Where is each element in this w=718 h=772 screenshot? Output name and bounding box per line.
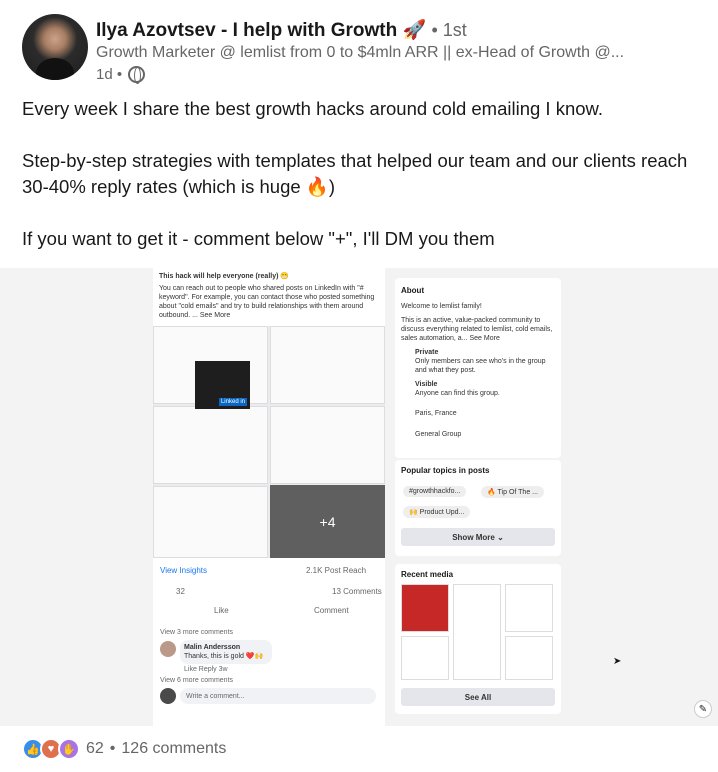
recent-media-card: Recent media See All — [395, 564, 561, 714]
linkedin-card: Linked in — [195, 361, 250, 409]
recent-media-thumb[interactable] — [401, 584, 449, 632]
embed-reaction-count: 32 — [176, 587, 185, 596]
post-paragraph-2: Step-by-step strategies with templates t… — [22, 150, 688, 197]
popular-topics-card: Popular topics in posts #growthhackfo...… — [395, 460, 561, 556]
about-card: About Welcome to lemlist family! This is… — [395, 278, 561, 458]
about-title: About — [401, 286, 425, 295]
mouse-cursor-icon: ➤ — [613, 656, 622, 667]
view-more-comments-2[interactable]: View 6 more comments — [160, 676, 233, 685]
recent-media-thumb[interactable] — [453, 584, 501, 680]
post-reach: 2.1K Post Reach — [306, 566, 367, 575]
embed-image-grid: Linked in +4 — [153, 326, 385, 558]
visible-desc: Anyone can find this group. — [415, 390, 500, 397]
post-meta: 1d • — [96, 66, 146, 84]
footer-separator: • — [109, 740, 116, 757]
linkedin-logo: Linked in — [218, 398, 247, 406]
author-avatar[interactable] — [22, 14, 88, 80]
recent-media-thumb[interactable] — [401, 636, 449, 680]
topic-tag[interactable]: #growthhackfo... — [403, 486, 467, 497]
post-text: Every week I share the best growth hacks… — [22, 96, 702, 278]
grid-tile — [153, 486, 268, 558]
more-images-overlay[interactable]: +4 — [270, 485, 385, 558]
group-type: General Group — [415, 431, 462, 438]
embed-comment-button[interactable]: Comment — [314, 606, 349, 616]
recent-media-title: Recent media — [401, 570, 454, 579]
reaction-count[interactable]: 62 — [86, 740, 104, 758]
embed-body: You can reach out to people who shared p… — [159, 285, 375, 319]
write-comment-input[interactable]: Write a comment... — [180, 688, 376, 704]
support-reaction-icon: ✋ — [58, 738, 80, 760]
recent-media-thumb[interactable] — [505, 584, 553, 632]
embed-intro: This hack will help everyone (really) 😁 — [159, 273, 290, 280]
grid-tile — [270, 326, 385, 404]
see-all-button[interactable]: See All — [401, 688, 555, 706]
embed-like-button[interactable]: Like — [214, 606, 229, 616]
commenter-name: Malin Andersson — [184, 644, 241, 651]
rocket-icon: 🚀 — [402, 20, 427, 41]
author-name[interactable]: Ilya Azovtsev - I help with Growth — [96, 20, 397, 41]
popular-title: Popular topics in posts — [401, 466, 490, 475]
connection-degree: • 1st — [431, 20, 467, 40]
view-more-comments-1[interactable]: View 3 more comments — [160, 628, 233, 637]
private-title: Private — [415, 349, 439, 356]
post-image[interactable]: This hack will help everyone (really) 😁 … — [0, 268, 718, 726]
topic-tag[interactable]: 🙌 Product Upd... — [403, 506, 471, 518]
comment-bubble: Malin Andersson Thanks, this is gold ❤️🙌 — [180, 640, 272, 664]
comment-actions[interactable]: Like Reply 3w — [184, 665, 228, 674]
social-counts[interactable]: 👍 ♥ ✋ 62 • 126 comments — [22, 738, 226, 760]
group-location: Paris, France — [415, 410, 457, 417]
edit-icon[interactable]: ✎ — [694, 700, 712, 718]
globe-icon — [128, 66, 146, 84]
post-time: 1d • — [96, 66, 123, 83]
private-desc: Only members can see who's in the group … — [415, 358, 546, 374]
post-paragraph-1: Every week I share the best growth hacks… — [22, 98, 603, 119]
recent-media-thumb[interactable] — [505, 636, 553, 680]
visible-title: Visible — [415, 381, 438, 388]
comment-text: Thanks, this is gold ❤️🙌 — [184, 653, 264, 660]
post-paragraph-3: If you want to get it - comment below "+… — [22, 228, 495, 249]
embed-comment-count: 13 Comments — [332, 587, 382, 596]
about-welcome: Welcome to lemlist family! — [401, 303, 482, 310]
view-insights-link[interactable]: View Insights — [160, 566, 207, 576]
about-desc: This is an active, value-packed communit… — [401, 317, 553, 342]
author-headline: Growth Marketer @ lemlist from 0 to $4ml… — [96, 44, 625, 61]
show-more-button[interactable]: Show More ⌄ — [401, 528, 555, 546]
author-name-row[interactable]: Ilya Azovtsev - I help with Growth 🚀 • 1… — [96, 18, 467, 42]
grid-tile — [270, 406, 385, 484]
grid-tile — [153, 406, 268, 484]
comment-count[interactable]: 126 comments — [121, 740, 226, 758]
topic-tag[interactable]: 🔥 Tip Of The ... — [481, 486, 544, 498]
post-header: Ilya Azovtsev - I help with Growth 🚀 • 1… — [22, 14, 702, 84]
